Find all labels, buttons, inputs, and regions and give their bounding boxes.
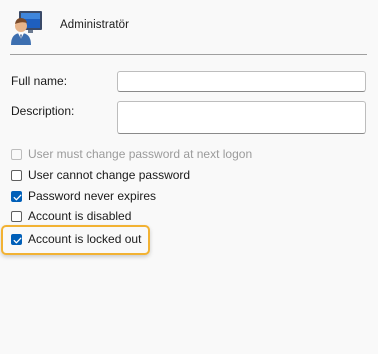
user-header: Administratör bbox=[0, 0, 378, 54]
account-locked-out-checkbox[interactable] bbox=[11, 233, 22, 245]
cannot-change-password-checkbox[interactable] bbox=[11, 169, 22, 181]
account-locked-out-label[interactable]: Account is locked out bbox=[28, 232, 141, 246]
must-change-password-label: User must change password at next logon bbox=[28, 147, 253, 161]
cannot-change-password-option[interactable]: User cannot change password bbox=[11, 167, 190, 183]
user-name: Administratör bbox=[60, 19, 130, 31]
password-never-expires-checkbox[interactable] bbox=[11, 190, 22, 202]
full-name-field[interactable] bbox=[117, 71, 366, 92]
header-divider bbox=[10, 54, 367, 55]
must-change-password-checkbox bbox=[11, 148, 22, 160]
checkmark-icon bbox=[13, 194, 22, 200]
checkmark-icon bbox=[13, 237, 22, 243]
password-never-expires-option[interactable]: Password never expires bbox=[11, 188, 156, 204]
user-account-icon bbox=[10, 10, 44, 46]
description-field[interactable] bbox=[117, 101, 366, 134]
account-disabled-checkbox[interactable] bbox=[11, 210, 22, 222]
account-disabled-option[interactable]: Account is disabled bbox=[11, 208, 131, 224]
account-locked-out-option[interactable]: Account is locked out bbox=[11, 231, 141, 247]
full-name-label: Full name: bbox=[11, 74, 68, 88]
password-never-expires-label[interactable]: Password never expires bbox=[28, 189, 156, 203]
description-label: Description: bbox=[11, 104, 75, 118]
must-change-password-option: User must change password at next logon bbox=[11, 146, 252, 162]
account-disabled-label[interactable]: Account is disabled bbox=[28, 209, 131, 223]
cannot-change-password-label[interactable]: User cannot change password bbox=[28, 168, 190, 182]
